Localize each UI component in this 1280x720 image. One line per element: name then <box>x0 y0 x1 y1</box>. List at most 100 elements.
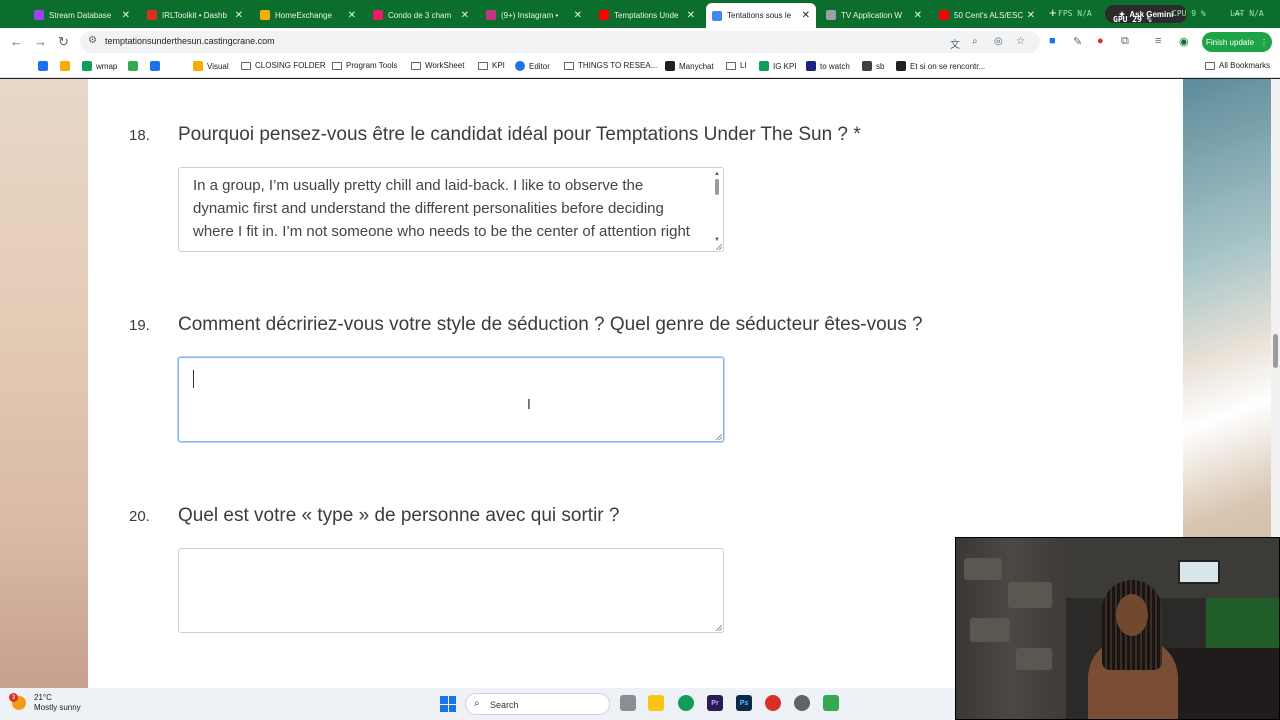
question-18-answer-field[interactable]: In a group, I’m usually pretty chill and… <box>178 167 724 252</box>
file-explorer-icon[interactable] <box>648 695 664 711</box>
bookmark-li[interactable]: LI <box>726 61 747 70</box>
folder-icon <box>1205 61 1215 70</box>
page-scroll-thumb[interactable] <box>1273 334 1278 368</box>
windows-taskbar: 3 21°C Mostly sunny ⌕ Search Pr Ps <box>0 688 955 720</box>
close-tab-icon[interactable]: ✕ <box>461 10 469 21</box>
tab-irltoolkit[interactable]: IRLToolkit • Dashb ✕ <box>141 4 249 26</box>
tab-favicon-icon <box>826 10 836 20</box>
url-text: temptationsunderthesun.castingcrane.com <box>105 36 275 46</box>
folder-icon <box>411 61 421 70</box>
tab-condo[interactable]: Condo de 3 cham ✕ <box>367 4 475 26</box>
task-view-icon[interactable] <box>620 695 636 711</box>
back-arrow-icon[interactable]: ← <box>10 34 23 49</box>
site-info-icon[interactable]: ⚙ <box>88 35 97 46</box>
close-tab-icon[interactable]: ✕ <box>235 10 243 21</box>
resize-grip-icon[interactable] <box>716 625 722 631</box>
tab-favicon-icon <box>260 10 270 20</box>
reload-icon[interactable]: ↻ <box>58 34 69 50</box>
stone <box>1008 582 1052 608</box>
bookmark-ig-kpi[interactable]: IG KPI <box>759 61 797 71</box>
ms-store-icon[interactable] <box>823 695 839 711</box>
scroll-down-icon[interactable]: ▼ <box>714 237 720 243</box>
bookmark-wmap[interactable]: wmap <box>82 61 117 71</box>
close-tab-icon[interactable]: ✕ <box>1027 10 1035 21</box>
stone <box>970 618 1010 642</box>
close-tab-icon[interactable]: ✕ <box>914 10 922 21</box>
scroll-thumb[interactable] <box>715 179 719 195</box>
finish-update-button[interactable]: Finish update ⋮ <box>1202 32 1272 52</box>
bookmark-et-si-on-se-rencontrait[interactable]: Et si on se rencontr... <box>896 61 985 71</box>
gpu-readout: GPU 29 % <box>1113 15 1152 24</box>
bookmark-calendar[interactable] <box>38 61 52 71</box>
bookmark-sb[interactable]: sb <box>862 61 884 71</box>
stone <box>964 558 1002 580</box>
eye-slash-icon[interactable]: ◎ <box>994 36 1003 47</box>
taskbar-search[interactable]: ⌕ Search <box>465 693 610 715</box>
editor-icon <box>515 61 525 71</box>
bookmark-trello[interactable] <box>150 61 164 71</box>
record-app-icon[interactable] <box>765 695 781 711</box>
photoshop-icon[interactable]: Ps <box>736 695 752 711</box>
translate-icon[interactable]: 文 <box>950 36 960 51</box>
wmap-icon <box>82 61 92 71</box>
reading-list-icon[interactable]: ≡ <box>1155 35 1161 47</box>
question-18-text: Pourquoi pensez-vous être le candidat id… <box>178 124 861 145</box>
bookmark-kpi[interactable]: KPI <box>478 61 505 70</box>
puzzle-extensions-icon[interactable]: ⧉ <box>1121 35 1129 48</box>
temperature: 21°C <box>34 693 52 702</box>
tab-homeexchange[interactable]: HomeExchange ✕ <box>254 4 362 26</box>
chrome-icon[interactable] <box>678 695 694 711</box>
premiere-pro-icon[interactable]: Pr <box>707 695 723 711</box>
scroll-up-icon[interactable]: ▲ <box>714 171 720 177</box>
resize-grip-icon[interactable] <box>716 244 722 250</box>
bookmark-manychat[interactable]: Manychat <box>665 61 714 71</box>
stone <box>1016 648 1052 670</box>
record-extension-icon[interactable]: ● <box>1097 35 1104 47</box>
question-20-number: 20. <box>129 508 150 525</box>
tab-50-cent[interactable]: 50 Cent's ALS/ESC ✕ <box>933 4 1041 26</box>
close-tab-icon[interactable]: ✕ <box>802 10 810 21</box>
bookmark-editor[interactable]: Editor <box>515 61 550 71</box>
bookmark-things-to-research[interactable]: THINGS TO RESEA... <box>564 61 657 70</box>
tab-temptations-under[interactable]: Temptations Unde ✕ <box>593 4 701 26</box>
new-tab-icon[interactable]: + <box>1049 5 1057 20</box>
bookmarks-bar: wmap Visual CLOSING FOLDER Program Tools… <box>0 56 1280 78</box>
folder-icon <box>241 61 251 70</box>
all-bookmarks-button[interactable]: All Bookmarks <box>1205 61 1270 70</box>
bookmark-star-icon[interactable]: ☆ <box>1016 36 1025 47</box>
watch-icon <box>806 61 816 71</box>
windows-start-icon[interactable] <box>440 696 456 712</box>
close-tab-icon[interactable]: ✕ <box>122 10 130 21</box>
settings-gear-icon[interactable] <box>794 695 810 711</box>
tab-favicon-icon <box>486 10 496 20</box>
tab-tv-application[interactable]: TV Application W ✕ <box>820 4 928 26</box>
close-tab-icon[interactable]: ✕ <box>348 10 356 21</box>
extension-icon[interactable]: ■ <box>1049 35 1056 47</box>
bookmark-worksheet[interactable]: WorkSheet <box>411 61 464 70</box>
resize-grip-icon[interactable] <box>716 434 722 440</box>
question-20-answer-field[interactable] <box>178 548 724 633</box>
weather-widget[interactable]: 3 21°C Mostly sunny <box>9 693 81 713</box>
bookmark-program-tools[interactable]: Program Tools <box>332 61 397 70</box>
bookmark-to-watch[interactable]: to watch <box>806 61 850 71</box>
weather-condition: Mostly sunny <box>34 703 81 712</box>
tab-stream-database[interactable]: Stream Database ✕ <box>28 4 136 26</box>
answer-scrollbar[interactable]: ▲ ▼ <box>714 171 720 247</box>
close-tab-icon[interactable]: ✕ <box>574 10 582 21</box>
bookmark-star[interactable] <box>128 61 142 71</box>
tab-favicon-icon <box>147 10 157 20</box>
tab-tentations-sous-le-soleil[interactable]: Tentations sous le ✕ <box>706 3 816 28</box>
zoom-icon[interactable]: ⌕ <box>972 36 978 47</box>
latency-readout: LAT N/A <box>1230 9 1264 18</box>
bookmark-visual[interactable]: Visual <box>193 61 229 71</box>
pen-extension-icon[interactable]: ✎ <box>1073 35 1082 48</box>
tab-instagram[interactable]: (9+) Instagram • ✕ <box>480 4 588 26</box>
address-bar[interactable]: ⚙ temptationsunderthesun.castingcrane.co… <box>80 31 1040 53</box>
bookmark-closing-folder[interactable]: CLOSING FOLDER <box>241 61 326 70</box>
close-tab-icon[interactable]: ✕ <box>687 10 695 21</box>
forward-arrow-icon[interactable]: → <box>34 34 47 49</box>
profile-avatar-icon[interactable]: ◉ <box>1179 35 1189 48</box>
question-19-answer-field[interactable]: Ι <box>178 357 724 442</box>
bookmark-folder-yellow[interactable] <box>60 61 74 71</box>
sheets-icon <box>759 61 769 71</box>
